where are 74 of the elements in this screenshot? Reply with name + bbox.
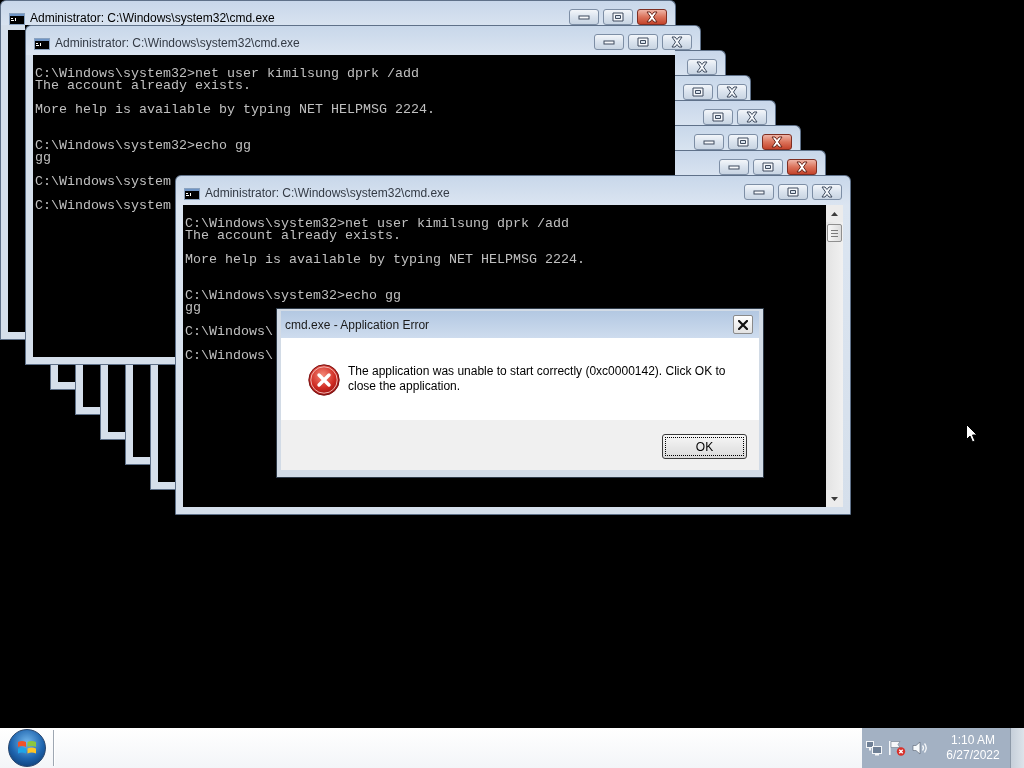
flag-icon[interactable]	[888, 740, 906, 756]
maximize-icon	[712, 112, 724, 122]
close-icon	[738, 319, 748, 330]
maximize-button[interactable]	[703, 109, 733, 125]
close-icon	[695, 61, 709, 73]
console-line: gg	[185, 302, 201, 314]
close-icon	[670, 36, 684, 48]
ok-button[interactable]: OK	[662, 434, 747, 459]
console-line: C:\Windows\system32>echo gg	[185, 290, 401, 302]
console-line: C:\Windows\system	[35, 200, 171, 212]
minimize-icon	[728, 164, 740, 170]
maximize-button[interactable]	[728, 134, 758, 150]
console-icon	[9, 13, 25, 25]
clock-date[interactable]: 6/27/2022	[946, 748, 1000, 763]
dialog-title: cmd.exe - Application Error	[285, 317, 430, 332]
close-icon	[745, 111, 759, 123]
maximize-button[interactable]	[753, 159, 783, 175]
close-button[interactable]	[662, 34, 692, 50]
minimize-icon	[578, 14, 590, 20]
up-triangle-icon	[831, 211, 838, 216]
scroll-down-button[interactable]	[826, 490, 843, 507]
close-icon	[770, 136, 784, 148]
cursor-icon	[966, 424, 978, 443]
maximize-icon	[787, 187, 799, 197]
close-icon	[820, 186, 834, 198]
maximize-button[interactable]	[628, 34, 658, 50]
close-button[interactable]	[733, 315, 753, 334]
console-line: More help is available by typing NET HELPMSG 2224.	[35, 104, 435, 116]
maximize-icon	[737, 137, 749, 147]
maximize-button[interactable]	[683, 84, 713, 100]
console-line: C:\Windows\system32>echo gg	[35, 140, 251, 152]
console-line: C:\Windows\system32>net user kimilsung dprk /add	[185, 218, 569, 230]
minimize-icon	[603, 39, 615, 45]
close-button[interactable]	[737, 109, 767, 125]
close-button[interactable]	[762, 134, 792, 150]
clock-time[interactable]: 1:10 AM	[951, 733, 995, 748]
console-line: More help is available by typing NET HELPMSG 2224.	[185, 254, 585, 266]
maximize-icon	[612, 12, 624, 22]
console-icon	[34, 38, 50, 50]
network-icon[interactable]	[866, 740, 882, 756]
start-button[interactable]	[8, 729, 46, 767]
console-line: C:\Windows\system32>net user kimilsung dprk /add	[35, 68, 419, 80]
console-line: C:\Windows\	[185, 326, 273, 338]
close-button[interactable]	[787, 159, 817, 175]
close-button[interactable]	[812, 184, 842, 200]
maximize-icon	[762, 162, 774, 172]
speaker-icon[interactable]	[912, 740, 930, 756]
window-title: Administrator: C:\Windows\system32\cmd.exe	[30, 11, 275, 25]
window-title: Administrator: C:\Windows\system32\cmd.exe	[55, 36, 300, 50]
minimize-icon	[703, 139, 715, 145]
console-line: C:\Windows\	[185, 350, 273, 362]
minimize-icon	[753, 189, 765, 195]
maximize-button[interactable]	[603, 9, 633, 25]
console-line: C:\Windows\system	[35, 176, 171, 188]
error-icon	[308, 364, 340, 396]
maximize-button[interactable]	[778, 184, 808, 200]
scroll-thumb[interactable]	[827, 224, 842, 242]
close-icon	[645, 11, 659, 23]
error-message: The application was unable to start correctly (0xc0000142). Click OK to close the application.	[348, 364, 727, 394]
close-button[interactable]	[637, 9, 667, 25]
console-line: The account already exists.	[35, 80, 251, 92]
close-icon	[795, 161, 809, 173]
console-icon	[184, 188, 200, 200]
scrollbar[interactable]	[826, 205, 843, 507]
scroll-up-button[interactable]	[826, 205, 843, 222]
console-line: gg	[35, 152, 51, 164]
maximize-icon	[692, 87, 704, 97]
maximize-icon	[637, 37, 649, 47]
down-triangle-icon	[831, 496, 838, 501]
window-title: Administrator: C:\Windows\system32\cmd.exe	[205, 186, 450, 200]
close-button[interactable]	[687, 59, 717, 75]
console-line: The account already exists.	[185, 230, 401, 242]
close-button[interactable]	[717, 84, 747, 100]
close-icon	[725, 86, 739, 98]
